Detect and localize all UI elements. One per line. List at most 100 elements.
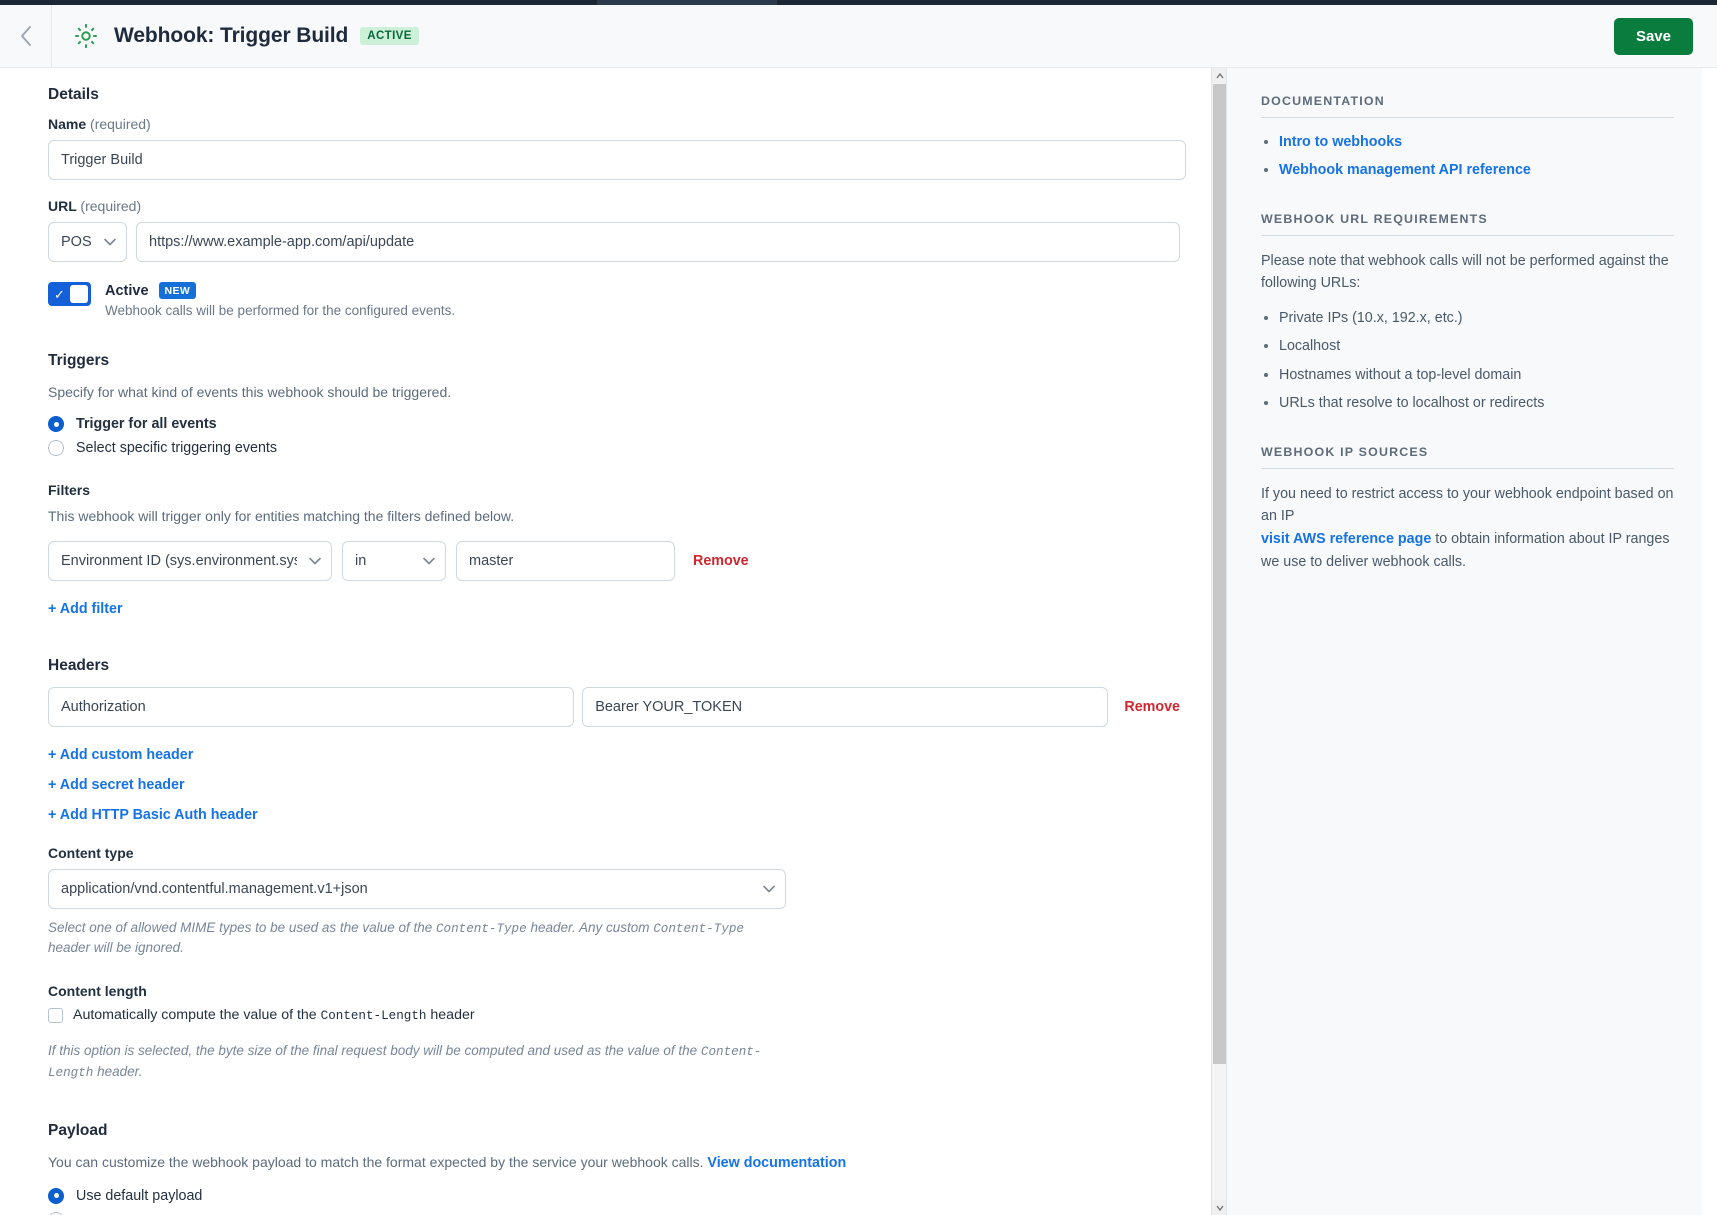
chevron-left-icon — [20, 26, 31, 46]
content-length-cb-code: Content-Length — [320, 1009, 427, 1024]
content-length-checkbox[interactable] — [48, 1007, 63, 1023]
list-item: Hostnames without a top-level domain — [1279, 365, 1674, 386]
content-type-label: Content type — [48, 844, 134, 861]
http-method-select[interactable]: POST — [48, 222, 127, 262]
ip-sources-line1: If you need to restrict access to your w… — [1261, 485, 1674, 525]
content-type-hint: Select one of allowed MIME types to be u… — [48, 918, 778, 958]
list-item: Private IPs (10.x, 192.x, etc.) — [1279, 308, 1674, 329]
toggle-knob — [70, 285, 88, 303]
scroll-up-arrow-icon[interactable] — [1212, 68, 1226, 83]
webhook-form-panel: Details Name (required) URL (required) P… — [0, 68, 1226, 1215]
name-required-text: (required) — [90, 116, 151, 132]
ip-sources-heading: WEBHOOK IP SOURCES — [1261, 445, 1674, 469]
content-length-hint-part1: If this option is selected, the byte siz… — [48, 1043, 701, 1059]
url-label-text: URL — [48, 198, 77, 214]
list-item: Intro to webhooks — [1279, 132, 1674, 153]
payload-description-row: You can customize the webhook payload to… — [48, 1152, 1180, 1174]
content-type-hint-code2: Content-Type — [653, 921, 744, 936]
http-method-select-wrap: POST — [48, 222, 127, 262]
page-title: Webhook: Trigger Build — [114, 24, 349, 47]
url-input[interactable] — [136, 222, 1180, 262]
content-length-checkbox-label: Automatically compute the value of the C… — [73, 1007, 475, 1023]
header-remove-link[interactable]: Remove — [1124, 699, 1180, 715]
active-toggle[interactable]: ✓ — [48, 282, 91, 306]
content-type-hint-part1: Select one of allowed MIME types to be u… — [48, 919, 436, 935]
intro-to-webhooks-link[interactable]: Intro to webhooks — [1279, 134, 1402, 150]
payload-option-default-label: Use default payload — [76, 1187, 203, 1204]
trigger-option-all-events-label: Trigger for all events — [76, 416, 217, 433]
content-length-checkbox-row[interactable]: Automatically compute the value of the C… — [48, 1007, 1180, 1023]
url-requirements-intro: Please note that webhook calls will not … — [1261, 252, 1669, 292]
active-toggle-title: Active NEW — [105, 282, 455, 299]
active-label: Active — [105, 282, 149, 299]
new-badge: NEW — [158, 282, 197, 299]
active-toggle-labels: Active NEW Webhook calls will be perform… — [105, 282, 455, 318]
details-section-title: Details — [48, 86, 99, 103]
content-type-hint-code1: Content-Type — [435, 921, 527, 936]
filter-remove-link[interactable]: Remove — [693, 553, 749, 569]
name-field-label: Name (required) — [48, 116, 1180, 132]
save-button[interactable]: Save — [1613, 17, 1693, 55]
active-toggle-subtext: Webhook calls will be performed for the … — [105, 303, 456, 318]
documentation-link-list: Intro to webhooks Webhook management API… — [1261, 132, 1674, 182]
payload-option-custom-partial[interactable] — [48, 1211, 1180, 1215]
back-button[interactable] — [0, 5, 52, 67]
form-scrollbar[interactable] — [1211, 68, 1226, 1215]
list-item: URLs that resolve to localhost or redire… — [1279, 393, 1674, 414]
scrollbar-thumb[interactable] — [1213, 84, 1226, 1064]
documentation-panel: DOCUMENTATION Intro to webhooks Webhook … — [1226, 68, 1702, 1215]
add-secret-header-link[interactable]: + Add secret header — [48, 777, 1180, 793]
trigger-option-specific-events[interactable]: Select specific triggering events — [48, 440, 1180, 457]
gear-icon — [72, 22, 100, 50]
trigger-option-specific-events-label: Select specific triggering events — [76, 440, 278, 457]
filters-section-title: Filters — [48, 482, 91, 499]
filters-description: This webhook will trigger only for entit… — [48, 508, 515, 525]
content-type-hint-part3: header will be ignored. — [48, 939, 184, 955]
payload-view-documentation-link[interactable]: View documentation — [707, 1155, 846, 1171]
url-requirements-list: Private IPs (10.x, 192.x, etc.) Localhos… — [1261, 308, 1674, 415]
url-field-label: URL (required) — [48, 198, 1180, 214]
filter-field-select[interactable]: Environment ID (sys.environment.sys.id) — [48, 540, 332, 581]
name-label-text: Name — [48, 116, 87, 132]
list-item: Localhost — [1279, 336, 1674, 357]
headers-section-title: Headers — [48, 656, 110, 674]
scroll-down-arrow-icon[interactable] — [1212, 1200, 1226, 1215]
triggers-section-title: Triggers — [48, 352, 110, 369]
active-toggle-row: ✓ Active NEW Webhook calls will be perfo… — [48, 282, 1180, 318]
radio-icon-unselected[interactable] — [48, 440, 64, 457]
documentation-heading: DOCUMENTATION — [1261, 94, 1674, 118]
payload-description: You can customize the webhook payload to… — [48, 1153, 704, 1170]
add-filter-link[interactable]: + Add filter — [48, 601, 1180, 617]
header-row: Remove — [48, 686, 1180, 727]
ip-sources-paragraph: If you need to restrict access to your w… — [1261, 483, 1674, 573]
trigger-option-all-events[interactable]: Trigger for all events — [48, 416, 1180, 433]
url-required-text: (required) — [80, 198, 142, 214]
add-custom-header-link[interactable]: + Add custom header — [48, 747, 1180, 763]
filter-row: Environment ID (sys.environment.sys.id) … — [48, 540, 1180, 581]
payload-section-title: Payload — [48, 1121, 108, 1139]
filter-value-input[interactable] — [456, 540, 675, 581]
name-input[interactable] — [48, 140, 1186, 180]
radio-icon-selected[interactable] — [48, 416, 64, 433]
webhook-management-api-reference-link[interactable]: Webhook management API reference — [1279, 162, 1531, 178]
check-icon: ✓ — [54, 286, 65, 302]
header-value-input[interactable] — [582, 686, 1109, 727]
triggers-description: Specify for what kind of events this web… — [48, 384, 452, 400]
content-type-hint-part2: header. Any custom — [526, 919, 654, 935]
content-length-label: Content length — [48, 983, 147, 1000]
filter-operator-select-wrap: in — [342, 540, 446, 581]
radio-icon-unselected[interactable] — [48, 1211, 64, 1215]
content-type-select-wrap: application/vnd.contentful.management.v1… — [48, 868, 786, 909]
content-length-hint-part2: header. — [93, 1063, 143, 1079]
content-length-cb-part1: Automatically compute the value of the — [73, 1007, 321, 1024]
url-requirements-heading: WEBHOOK URL REQUIREMENTS — [1261, 212, 1674, 236]
payload-option-default[interactable]: Use default payload — [48, 1187, 1180, 1204]
filter-operator-select[interactable]: in — [342, 540, 446, 581]
header-key-input[interactable] — [48, 686, 575, 727]
aws-reference-page-link[interactable]: visit AWS reference page — [1261, 531, 1431, 547]
content-type-select[interactable]: application/vnd.contentful.management.v1… — [48, 868, 786, 909]
list-item: Webhook management API reference — [1279, 160, 1674, 181]
content-area: Details Name (required) URL (required) P… — [0, 68, 1717, 1215]
radio-icon-selected[interactable] — [48, 1187, 64, 1204]
add-basic-auth-header-link[interactable]: + Add HTTP Basic Auth header — [48, 807, 1180, 823]
